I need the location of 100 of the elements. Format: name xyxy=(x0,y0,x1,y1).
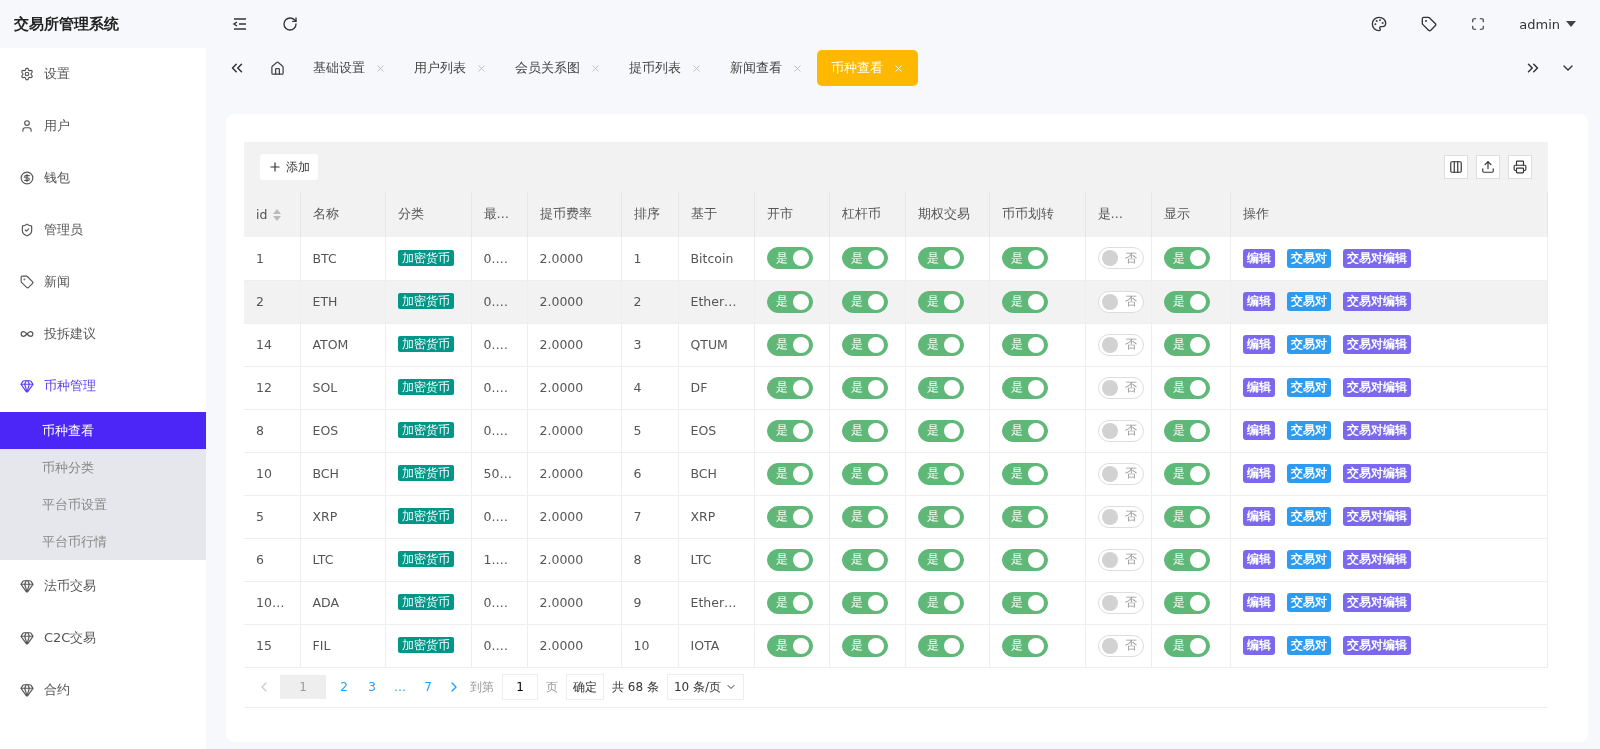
action-button[interactable]: 交易对编辑 xyxy=(1342,507,1411,526)
tab[interactable]: 用户列表 xyxy=(400,50,501,86)
toggle-switch[interactable]: 是 xyxy=(1163,290,1210,313)
sidebar-item[interactable]: 用户 xyxy=(0,100,206,152)
toggle-switch[interactable]: 否 xyxy=(1097,247,1144,270)
toggle-switch[interactable]: 是 xyxy=(841,548,888,571)
toggle-switch[interactable]: 是 xyxy=(841,419,888,442)
sidebar-item[interactable]: 投拆建议 xyxy=(0,308,206,360)
toggle-switch[interactable]: 否 xyxy=(1097,376,1144,399)
toggle-switch[interactable]: 是 xyxy=(766,634,813,657)
toggle-switch[interactable]: 是 xyxy=(1163,634,1210,657)
toggle-switch[interactable]: 是 xyxy=(1001,290,1048,313)
action-button[interactable]: 交易对编辑 xyxy=(1342,248,1411,268)
toggle-switch[interactable]: 是 xyxy=(766,462,813,485)
toggle-switch[interactable]: 是 xyxy=(766,247,813,270)
toggle-switch[interactable]: 是 xyxy=(1001,376,1048,399)
toggle-switch[interactable]: 是 xyxy=(766,419,813,442)
submenu-item[interactable]: 平台币行情 xyxy=(0,523,206,560)
toggle-switch[interactable]: 是 xyxy=(1163,333,1210,356)
toggle-switch[interactable]: 是 xyxy=(1163,376,1210,399)
toggle-switch[interactable]: 是 xyxy=(841,634,888,657)
toggle-switch[interactable]: 否 xyxy=(1097,634,1144,657)
toggle-switch[interactable]: 是 xyxy=(766,290,813,313)
indent-icon[interactable] xyxy=(232,16,248,32)
toggle-switch[interactable]: 是 xyxy=(766,591,813,614)
toggle-switch[interactable]: 是 xyxy=(917,505,964,528)
action-button[interactable]: 交易对编辑 xyxy=(1342,636,1411,655)
columns-icon[interactable] xyxy=(1444,155,1468,179)
toggle-switch[interactable]: 是 xyxy=(766,376,813,399)
submenu-item[interactable]: 币种分类 xyxy=(0,449,206,486)
action-button[interactable]: 编辑 xyxy=(1242,292,1275,311)
submenu-item[interactable]: 平台币设置 xyxy=(0,486,206,523)
toggle-switch[interactable]: 否 xyxy=(1097,548,1144,571)
sidebar-item[interactable]: 币种管理 xyxy=(0,360,206,412)
action-button[interactable]: 编辑 xyxy=(1242,636,1275,655)
toggle-switch[interactable]: 是 xyxy=(841,462,888,485)
action-button[interactable]: 编辑 xyxy=(1242,378,1275,397)
toggle-switch[interactable]: 否 xyxy=(1097,333,1144,356)
sidebar-item[interactable]: 合约 xyxy=(0,664,206,716)
toggle-switch[interactable]: 是 xyxy=(841,591,888,614)
action-button[interactable]: 交易对 xyxy=(1286,636,1331,655)
palette-icon[interactable] xyxy=(1371,16,1388,32)
tab[interactable]: 提币列表 xyxy=(615,50,716,86)
action-button[interactable]: 交易对编辑 xyxy=(1342,464,1411,483)
sidebar-item[interactable]: 新闻 xyxy=(0,256,206,308)
action-button[interactable]: 交易对 xyxy=(1286,507,1331,526)
toggle-switch[interactable]: 是 xyxy=(1001,247,1048,270)
toggle-switch[interactable]: 否 xyxy=(1097,419,1144,442)
toggle-switch[interactable]: 是 xyxy=(1163,548,1210,571)
action-button[interactable]: 编辑 xyxy=(1242,507,1275,526)
toggle-switch[interactable]: 是 xyxy=(1001,333,1048,356)
page-size-select[interactable]: 10 条/页 xyxy=(666,674,745,700)
page-link[interactable]: 2 xyxy=(334,675,354,699)
tag-icon[interactable] xyxy=(1421,16,1438,32)
add-button[interactable]: 添加 xyxy=(260,154,318,180)
toggle-switch[interactable]: 是 xyxy=(1163,591,1210,614)
sidebar-item[interactable]: 法币交易 xyxy=(0,560,206,612)
action-button[interactable]: 交易对 xyxy=(1286,593,1331,612)
action-button[interactable]: 编辑 xyxy=(1242,593,1275,612)
page-link[interactable]: 3 xyxy=(362,675,382,699)
toggle-switch[interactable]: 是 xyxy=(917,591,964,614)
action-button[interactable]: 交易对 xyxy=(1286,248,1331,268)
toggle-switch[interactable]: 是 xyxy=(841,376,888,399)
tab[interactable]: 新闻查看 xyxy=(716,50,817,86)
action-button[interactable]: 交易对编辑 xyxy=(1342,550,1411,569)
sidebar-item[interactable]: 钱包 xyxy=(0,152,206,204)
toggle-switch[interactable]: 是 xyxy=(1163,505,1210,528)
toggle-switch[interactable]: 是 xyxy=(917,419,964,442)
toggle-switch[interactable]: 是 xyxy=(1163,462,1210,485)
action-button[interactable]: 交易对编辑 xyxy=(1342,335,1411,354)
action-button[interactable]: 交易对编辑 xyxy=(1342,421,1411,440)
toggle-switch[interactable]: 是 xyxy=(917,376,964,399)
action-button[interactable]: 交易对编辑 xyxy=(1342,292,1411,311)
toggle-switch[interactable]: 是 xyxy=(917,290,964,313)
action-button[interactable]: 编辑 xyxy=(1242,248,1275,268)
action-button[interactable]: 交易对编辑 xyxy=(1342,593,1411,612)
toggle-switch[interactable]: 是 xyxy=(1001,462,1048,485)
action-button[interactable]: 交易对 xyxy=(1286,421,1331,440)
toggle-switch[interactable]: 是 xyxy=(917,247,964,270)
toggle-switch[interactable]: 是 xyxy=(917,548,964,571)
toggle-switch[interactable]: 是 xyxy=(917,634,964,657)
toggle-switch[interactable]: 是 xyxy=(841,290,888,313)
toggle-switch[interactable]: 是 xyxy=(1163,419,1210,442)
toggle-switch[interactable]: 否 xyxy=(1097,290,1144,313)
confirm-button[interactable]: 确定 xyxy=(566,674,604,700)
user-menu[interactable]: admin xyxy=(1519,16,1576,32)
action-button[interactable]: 编辑 xyxy=(1242,464,1275,483)
toggle-switch[interactable]: 是 xyxy=(841,505,888,528)
page-link[interactable]: 1 xyxy=(280,675,326,699)
print-icon[interactable] xyxy=(1508,155,1532,179)
sidebar-item[interactable]: C2C交易 xyxy=(0,612,206,664)
toggle-switch[interactable]: 是 xyxy=(1001,505,1048,528)
action-button[interactable]: 编辑 xyxy=(1242,421,1275,440)
toggle-switch[interactable]: 是 xyxy=(1001,634,1048,657)
toggle-switch[interactable]: 否 xyxy=(1097,591,1144,614)
action-button[interactable]: 交易对 xyxy=(1286,464,1331,483)
toggle-switch[interactable]: 是 xyxy=(1001,591,1048,614)
action-button[interactable]: 编辑 xyxy=(1242,550,1275,569)
toggle-switch[interactable]: 是 xyxy=(841,247,888,270)
toggle-switch[interactable]: 是 xyxy=(917,333,964,356)
